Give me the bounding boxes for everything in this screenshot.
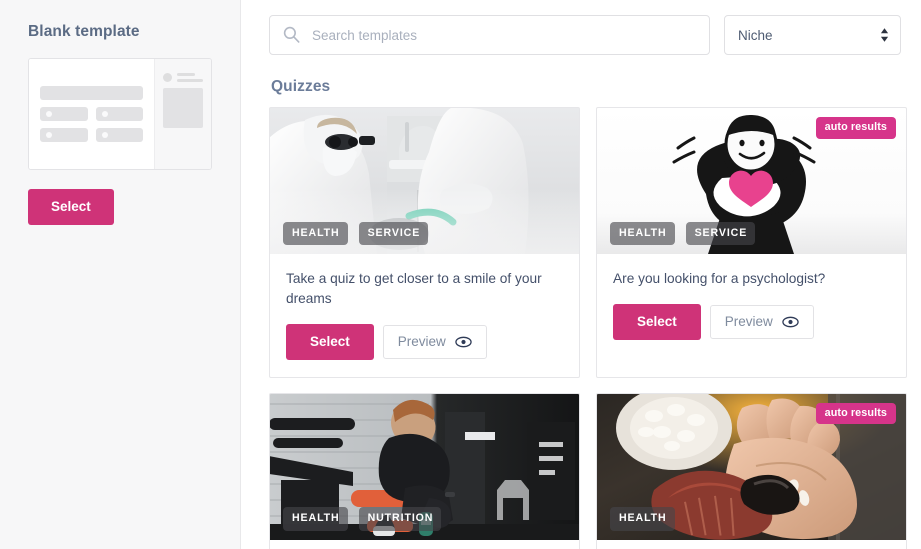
card-tag: SERVICE: [685, 221, 756, 245]
thumbnail-title-bar: [40, 86, 143, 100]
thumbnail-option: [95, 128, 143, 142]
card-image-gym: HEALTH NUTRITION: [270, 393, 579, 540]
search-input[interactable]: [269, 15, 710, 55]
card-actions: Select Preview: [613, 304, 890, 340]
card-title: Are you looking for a psychologist?: [613, 271, 826, 286]
eye-icon: [455, 336, 472, 348]
auto-results-badge: auto results: [815, 402, 896, 425]
card-preview-button[interactable]: Preview: [382, 325, 487, 359]
sidebar-title: Blank template: [28, 23, 140, 40]
thumbnail-main-column: [29, 59, 154, 169]
card-tag-list: HEALTH NUTRITION: [283, 507, 442, 531]
card-tag: HEALTH: [610, 221, 675, 245]
template-card[interactable]: auto results HEALTH SERVICE Are you look…: [596, 107, 907, 378]
search-field-wrapper: [269, 15, 710, 55]
blank-template-thumbnail[interactable]: [28, 58, 212, 170]
thumbnail-avatar-row: [163, 73, 203, 82]
template-card[interactable]: HEALTH SERVICE Take a quiz to get closer…: [269, 107, 580, 378]
card-tag: HEALTH: [283, 221, 348, 245]
radio-dot-icon: [101, 132, 108, 138]
template-grid: HEALTH SERVICE Take a quiz to get closer…: [269, 107, 921, 549]
card-tag: NUTRITION: [358, 507, 442, 531]
card-select-button[interactable]: Select: [613, 304, 701, 340]
radio-dot-icon: [46, 132, 52, 138]
card-body: Take a quiz to get closer to a smile of …: [270, 254, 579, 377]
card-body: Select Preview: [270, 540, 579, 549]
template-card[interactable]: auto results HEALTH Select Preview: [596, 392, 907, 549]
card-tag: HEALTH: [283, 507, 348, 531]
thumbnail-option: [40, 128, 88, 142]
card-title: Take a quiz to get closer to a smile of …: [286, 271, 542, 306]
card-tag: SERVICE: [358, 221, 429, 245]
card-body: Select Preview: [597, 540, 906, 549]
radio-dot-icon: [46, 111, 52, 117]
blank-template-select-button[interactable]: Select: [28, 189, 114, 225]
thumbnail-text-lines: [177, 73, 203, 82]
card-preview-label: Preview: [397, 334, 446, 349]
thumbnail-side-column: [154, 59, 211, 169]
card-image-supplements: auto results HEALTH: [597, 393, 906, 540]
template-picker-page: Blank template Select Search templates N…: [0, 0, 921, 549]
card-actions: Select Preview: [286, 324, 563, 360]
main-content: Niche Quizzes: [241, 0, 921, 549]
card-preview-label: Preview: [724, 314, 773, 329]
auto-results-badge: auto results: [815, 117, 896, 139]
template-card[interactable]: HEALTH NUTRITION Select Preview: [269, 392, 580, 549]
eye-icon: [782, 316, 799, 328]
niche-select-wrapper: Niche: [724, 15, 901, 55]
radio-dot-icon: [101, 111, 108, 117]
avatar-placeholder-icon: [163, 73, 172, 82]
section-title-quizzes: Quizzes: [271, 78, 331, 95]
thumbnail-option: [95, 107, 143, 121]
thumbnail-option-row: [40, 107, 143, 121]
card-image-psychologist: auto results HEALTH SERVICE: [597, 108, 906, 254]
card-image-dentist: HEALTH SERVICE: [270, 108, 579, 254]
card-tag-list: HEALTH SERVICE: [283, 221, 429, 245]
card-preview-button[interactable]: Preview: [709, 305, 814, 339]
thumbnail-image-placeholder: [163, 88, 203, 128]
sidebar: Blank template Select: [0, 0, 241, 549]
card-tag: HEALTH: [610, 507, 675, 531]
card-select-button[interactable]: Select: [286, 324, 374, 360]
niche-select[interactable]: Niche: [724, 15, 901, 55]
card-tag-list: HEALTH: [610, 507, 675, 531]
card-tag-list: HEALTH SERVICE: [610, 221, 756, 245]
toolbar: Niche: [269, 15, 921, 55]
thumbnail-option: [40, 107, 88, 121]
card-body: Are you looking for a psychologist? Sele…: [597, 254, 906, 357]
thumbnail-option-row: [40, 128, 143, 142]
